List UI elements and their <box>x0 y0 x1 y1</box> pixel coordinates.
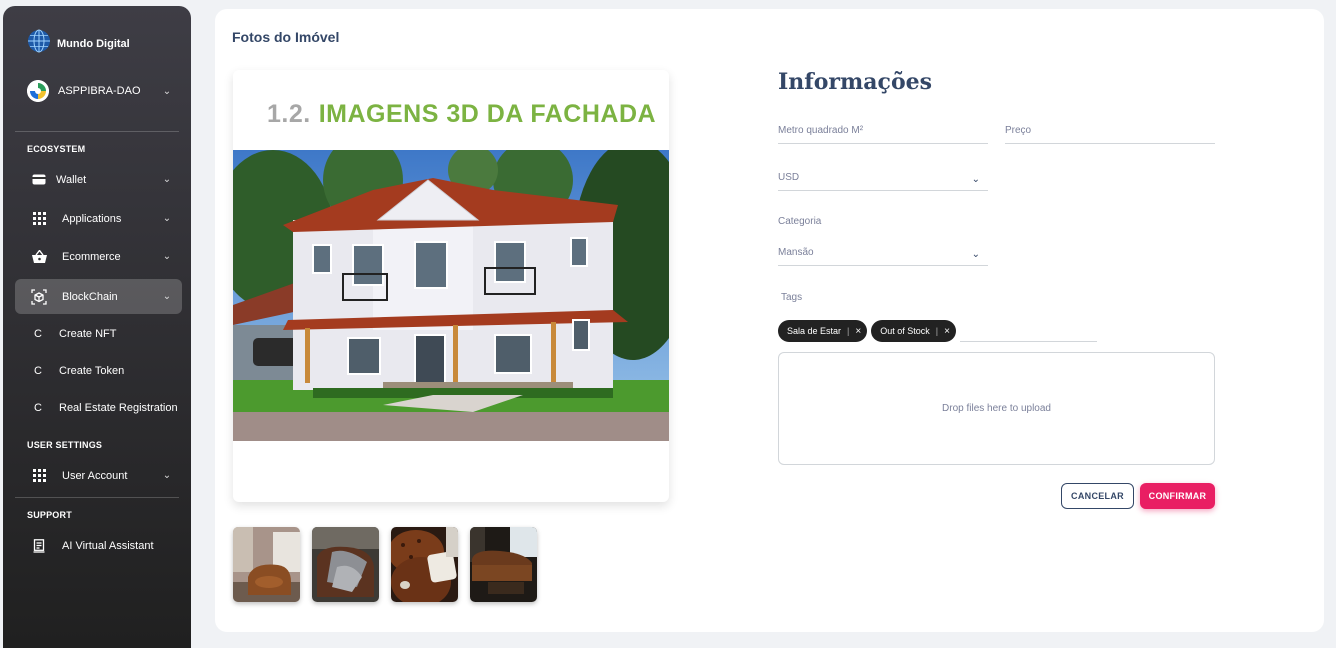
main-photo-card[interactable]: 1.2. IMAGENS 3D DA FACHADA <box>233 70 669 502</box>
brand-name: Mundo Digital <box>57 37 130 50</box>
main-card: Fotos do Imóvel 1.2. IMAGENS 3D DA FACHAD… <box>215 9 1324 632</box>
confirm-button[interactable]: CONFIRMAR <box>1140 483 1215 509</box>
globe-icon <box>27 29 51 58</box>
subitem-label: Create NFT <box>59 328 117 340</box>
wallet-icon <box>30 174 48 185</box>
chevron-down-icon: ⌄ <box>162 174 172 185</box>
chevron-down-icon: ⌄ <box>971 249 980 260</box>
tags-label: Tags <box>781 292 803 303</box>
chevron-down-icon: ⌄ <box>162 291 172 302</box>
cancel-button[interactable]: CANCELAR <box>1061 483 1134 509</box>
thumbnail-2[interactable] <box>312 527 379 602</box>
sidebar-subitem-real-estate-registration[interactable]: C Real Estate Registration <box>34 402 178 414</box>
page-title: Fotos do Imóvel <box>232 29 340 45</box>
sidebar-item-label: AI Virtual Assistant <box>62 539 154 552</box>
grid-icon <box>30 212 48 225</box>
house-facade-image <box>233 150 669 441</box>
subitem-letter: C <box>34 365 42 377</box>
section-ecosystem: ECOSYSTEM <box>27 144 86 154</box>
grid-icon <box>30 469 48 482</box>
brand[interactable]: Mundo Digital <box>27 29 130 58</box>
currency-select[interactable]: USD ⌄ <box>778 166 988 191</box>
user-menu[interactable]: ASPPIBRA-DAO ⌄ <box>27 80 173 102</box>
sidebar-item-label: Ecommerce <box>62 250 121 263</box>
avatar <box>27 80 49 102</box>
sidebar-item-blockchain[interactable]: BlockChain ⌄ <box>15 279 182 314</box>
receipt-icon <box>30 538 48 553</box>
tag-chip[interactable]: Sala de Estar | × <box>778 320 868 342</box>
sidebar-item-label: Wallet <box>56 173 87 186</box>
chevron-down-icon: ⌄ <box>162 213 172 224</box>
info-title: Informações <box>778 69 932 95</box>
area-field[interactable]: Metro quadrado M² <box>778 119 988 144</box>
tags-input[interactable]: Sala de Estar | × Out of Stock | × <box>778 320 1097 342</box>
sidebar: Mundo Digital ASPPIBRA-DAO ⌄ ECOSYSTEM W… <box>3 6 191 648</box>
sidebar-item-label: BlockChain <box>62 290 118 303</box>
cube-icon <box>30 288 48 305</box>
subitem-letter: C <box>34 328 42 340</box>
sidebar-item-applications[interactable]: Applications ⌄ <box>15 201 182 236</box>
thumbnail-strip <box>233 527 537 602</box>
price-placeholder: Preço <box>1005 125 1032 136</box>
sidebar-item-ecommerce[interactable]: Ecommerce ⌄ <box>15 239 182 274</box>
section-support: SUPPORT <box>27 510 72 520</box>
tag-chip[interactable]: Out of Stock | × <box>871 320 956 342</box>
tag-separator: | <box>847 326 850 336</box>
photo-heading-text: IMAGENS 3D DA FACHADA <box>318 100 657 128</box>
photo-heading-number: 1.2. <box>267 100 311 128</box>
divider <box>15 131 179 132</box>
basket-icon <box>30 250 48 263</box>
category-value: Mansão <box>778 247 814 258</box>
sidebar-subitem-create-nft[interactable]: C Create NFT <box>34 328 116 340</box>
close-icon[interactable]: × <box>944 326 950 337</box>
sidebar-item-label: User Account <box>62 469 128 482</box>
tag-separator: | <box>935 326 939 336</box>
section-user-settings: USER SETTINGS <box>27 440 103 450</box>
sidebar-item-wallet[interactable]: Wallet ⌄ <box>15 162 182 197</box>
user-name: ASPPIBRA-DAO <box>58 85 141 97</box>
chevron-down-icon: ⌄ <box>162 85 172 97</box>
thumbnail-4[interactable] <box>470 527 537 602</box>
thumbnail-3[interactable] <box>391 527 458 602</box>
tag-text-input[interactable] <box>959 320 1097 342</box>
sidebar-item-user-account[interactable]: User Account ⌄ <box>15 458 182 493</box>
thumbnail-1[interactable] <box>233 527 300 602</box>
currency-value: USD <box>778 172 800 183</box>
price-field[interactable]: Preço <box>1005 119 1215 144</box>
tag-label: Sala de Estar <box>787 326 842 336</box>
category-select[interactable]: Mansão ⌄ <box>778 240 988 266</box>
area-placeholder: Metro quadrado M² <box>778 125 864 136</box>
sidebar-item-label: Applications <box>62 212 122 225</box>
chevron-down-icon: ⌄ <box>162 251 172 262</box>
tag-label: Out of Stock <box>880 326 930 336</box>
sidebar-item-ai-assistant[interactable]: AI Virtual Assistant <box>15 528 182 563</box>
divider <box>15 497 179 498</box>
category-label: Categoria <box>778 216 822 227</box>
subitem-letter: C <box>34 402 42 414</box>
subitem-label: Create Token <box>59 365 125 377</box>
chevron-down-icon: ⌄ <box>971 174 980 185</box>
photo-heading: 1.2. IMAGENS 3D DA FACHADA <box>267 100 656 129</box>
file-dropzone[interactable]: Drop files here to upload <box>778 352 1215 465</box>
subitem-label: Real Estate Registration <box>59 402 178 414</box>
sidebar-subitem-create-token[interactable]: C Create Token <box>34 365 124 377</box>
close-icon[interactable]: × <box>855 326 861 337</box>
dropzone-text: Drop files here to upload <box>942 403 1051 414</box>
chevron-down-icon: ⌄ <box>162 470 172 481</box>
